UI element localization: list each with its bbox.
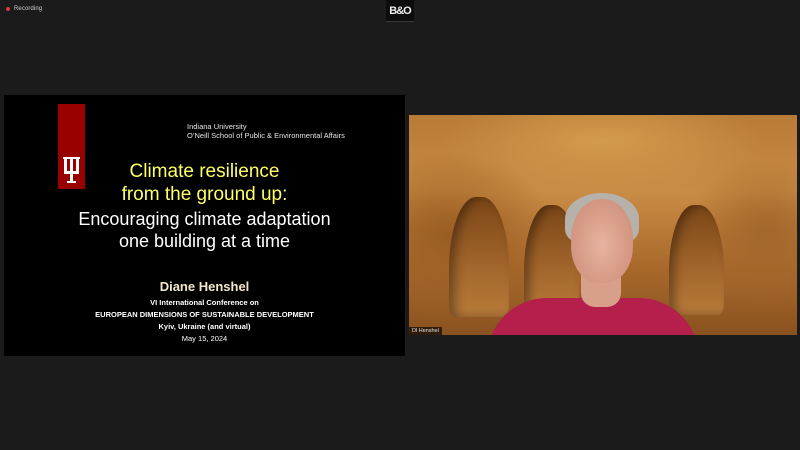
cave-arch-left <box>449 197 509 317</box>
conference-date: May 15, 2024 <box>181 334 228 343</box>
conference-line2: EUROPEAN DIMENSIONS OF SUSTAINABLE DEVEL… <box>95 310 314 319</box>
institution-line1: Indiana University <box>187 122 247 131</box>
cave-arch-right <box>669 205 724 315</box>
slide-subtitle-line2: one building at a time <box>118 231 291 251</box>
participant-face <box>571 199 633 283</box>
slide-title-line1: Climate resilience <box>129 161 280 182</box>
recording-dot-icon <box>6 7 10 11</box>
shared-slide: Indiana University O’Neill School of Pub… <box>4 95 405 356</box>
participant-video[interactable]: Dl Henshel <box>409 115 797 335</box>
conference-location: Kyiv, Ukraine (and virtual) <box>158 322 251 331</box>
slide-title-line2: from the ground up: <box>121 184 288 205</box>
participant-name-tag: Dl Henshel <box>409 327 442 335</box>
conference-line1: VI International Conference on <box>150 298 259 307</box>
recording-indicator: Recording <box>6 5 42 13</box>
institution-name: Indiana University O’Neill School of Pub… <box>187 122 345 140</box>
recording-label: Recording <box>14 6 43 12</box>
app-logo-tab[interactable]: B&O <box>386 0 414 22</box>
slide-subtitle-line1: Encouraging climate adaptation <box>78 209 331 229</box>
institution-line2: O’Neill School of Public & Environmental… <box>187 131 345 140</box>
speaker-name: Diane Henshel <box>159 279 250 294</box>
app-logo-text: B&O <box>389 4 411 17</box>
